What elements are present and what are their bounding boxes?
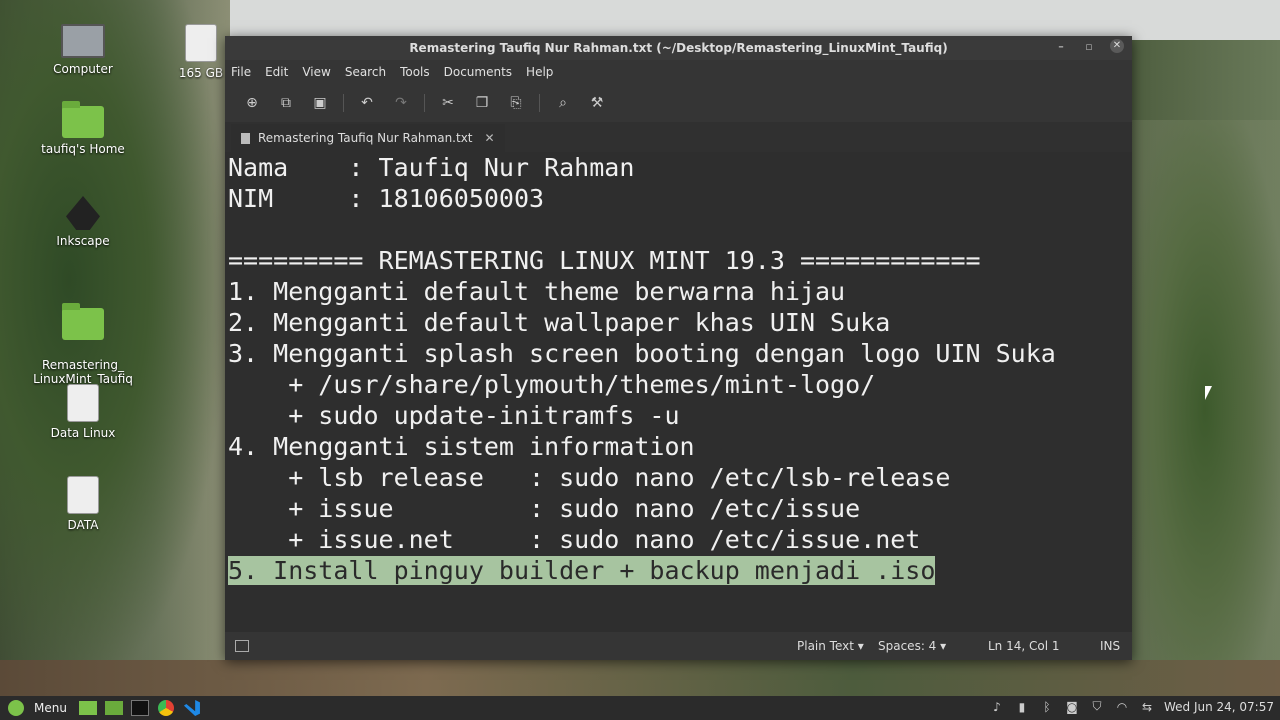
toolbar: ⊕ ⧉ ▣ ↶ ↷ ✂ ❐ ⎘ ⌕ ⚒ xyxy=(225,84,1132,122)
vscode-icon[interactable] xyxy=(181,698,203,718)
minimize-button[interactable]: – xyxy=(1054,40,1068,53)
desktop-icon-data-linux[interactable]: Data Linux xyxy=(33,384,133,440)
menu-edit[interactable]: Edit xyxy=(265,65,298,79)
toolbar-separator xyxy=(343,94,344,112)
desktop-icon-data[interactable]: DATA xyxy=(33,476,133,532)
editor-line: + issue : sudo nano /etc/issue xyxy=(228,494,861,523)
desktop-icon-label: Inkscape xyxy=(56,234,110,248)
editor-line: + lsb release : sudo nano /etc/lsb-relea… xyxy=(228,463,951,492)
tab-bar: Remastering Taufiq Nur Rahman.txt ✕ xyxy=(225,122,1132,153)
chevron-down-icon: ▾ xyxy=(940,639,947,653)
new-document-icon[interactable]: ⊕ xyxy=(235,95,269,111)
desktop-icon-label: 165 GB xyxy=(178,66,224,80)
editor-line: 3. Mengganti splash screen booting denga… xyxy=(228,339,1056,368)
editor-line: + sudo update-initramfs -u xyxy=(228,401,680,430)
desktop-icon-label: Data Linux xyxy=(50,426,116,440)
save-icon[interactable]: ▣ xyxy=(303,95,337,111)
start-menu-button[interactable]: Menu xyxy=(0,700,75,716)
editor-line: + issue.net : sudo nano /etc/issue.net xyxy=(228,525,921,554)
paste-icon[interactable]: ⎘ xyxy=(499,95,533,111)
menu-search[interactable]: Search xyxy=(345,65,396,79)
desktop-icon-label: Remastering_ LinuxMint_Taufiq xyxy=(33,358,133,386)
network-icon[interactable]: ⇆ xyxy=(1139,700,1155,714)
drive-icon xyxy=(67,384,99,422)
folder-icon xyxy=(62,101,104,138)
text-editor-area[interactable]: Nama : Taufiq Nur Rahman NIM : 181060500… xyxy=(225,152,1132,632)
computer-icon xyxy=(61,24,105,58)
mouse-pointer-icon xyxy=(1205,386,1212,400)
status-bar: Plain Text ▾ Spaces: 4 ▾ Ln 14, Col 1 IN… xyxy=(225,632,1132,660)
editor-line-selected: 5. Install pinguy builder + backup menja… xyxy=(228,556,936,585)
tab-close-icon[interactable]: ✕ xyxy=(485,131,495,145)
search-icon[interactable]: ⌕ xyxy=(546,95,580,111)
volume-icon[interactable]: ♪ xyxy=(989,700,1005,714)
desktop-icon-computer[interactable]: Computer xyxy=(33,24,133,76)
menubar: File Edit View Search Tools Documents He… xyxy=(225,60,1132,84)
wallpaper-ground xyxy=(0,660,1280,696)
copy-icon[interactable]: ❐ xyxy=(465,95,499,111)
editor-line: 1. Mengganti default theme berwarna hija… xyxy=(228,277,846,306)
cursor-position: Ln 14, Col 1 xyxy=(988,639,1060,653)
drive-icon xyxy=(67,476,99,514)
chrome-icon[interactable] xyxy=(155,698,177,718)
toolbar-separator xyxy=(539,94,540,112)
editor-line: 4. Mengganti sistem information xyxy=(228,432,695,461)
drive-icon xyxy=(185,24,217,62)
bluetooth-icon[interactable]: ᛒ xyxy=(1039,700,1055,714)
close-button[interactable]: ✕ xyxy=(1110,39,1124,53)
chevron-down-icon: ▾ xyxy=(857,639,864,653)
desktop-icon-label: DATA xyxy=(67,518,99,532)
undo-icon[interactable]: ↶ xyxy=(350,95,384,111)
tools-icon[interactable]: ⚒ xyxy=(580,95,614,111)
toolbar-separator xyxy=(424,94,425,112)
folder-icon xyxy=(62,303,104,340)
menu-documents[interactable]: Documents xyxy=(444,65,522,79)
desktop-icon-inkscape[interactable]: Inkscape xyxy=(33,196,133,248)
clock[interactable]: Wed Jun 24, 07:57 xyxy=(1164,700,1274,714)
menu-help[interactable]: Help xyxy=(526,65,563,79)
desktop-icon-drive-165gb[interactable]: 165 GB xyxy=(176,24,226,80)
desktop-icon-label: taufiq's Home xyxy=(41,142,125,156)
tab-label: Remastering Taufiq Nur Rahman.txt xyxy=(258,131,473,145)
document-icon xyxy=(241,132,250,144)
wallpaper-sky xyxy=(230,0,1280,40)
window-title: Remastering Taufiq Nur Rahman.txt (~/Des… xyxy=(409,41,948,55)
wallpaper-tree-right xyxy=(1130,120,1280,700)
mint-logo-icon xyxy=(8,700,24,716)
editor-line: ========= REMASTERING LINUX MINT 19.3 ==… xyxy=(228,246,981,275)
desktop-icon-home[interactable]: taufiq's Home xyxy=(33,101,133,156)
show-desktop-icon[interactable] xyxy=(77,698,99,718)
language-selector[interactable]: Plain Text ▾ xyxy=(797,639,864,653)
menu-view[interactable]: View xyxy=(302,65,340,79)
open-document-icon[interactable]: ⧉ xyxy=(269,95,303,111)
window-titlebar[interactable]: Remastering Taufiq Nur Rahman.txt (~/Des… xyxy=(225,36,1132,60)
text-editor-window: Remastering Taufiq Nur Rahman.txt (~/Des… xyxy=(225,36,1132,660)
menu-tools[interactable]: Tools xyxy=(400,65,440,79)
sidebar-toggle-icon[interactable] xyxy=(235,640,249,652)
shield-icon[interactable]: ⛉ xyxy=(1089,699,1105,714)
files-icon[interactable] xyxy=(103,698,125,718)
redo-icon[interactable]: ↷ xyxy=(384,95,418,111)
cut-icon[interactable]: ✂ xyxy=(431,95,465,111)
editor-line: Nama : Taufiq Nur Rahman xyxy=(228,153,635,182)
menu-file[interactable]: File xyxy=(231,65,261,79)
editor-line: + /usr/share/plymouth/themes/mint-logo/ xyxy=(228,370,876,399)
desktop-icon-label: Computer xyxy=(53,62,113,76)
wifi-icon[interactable]: ◠ xyxy=(1114,700,1130,714)
insert-mode: INS xyxy=(1100,639,1121,653)
terminal-icon[interactable] xyxy=(129,698,151,718)
spaces-selector[interactable]: Spaces: 4 ▾ xyxy=(878,639,946,653)
taskbar: Menu ♪ ▮ ᛒ ◙ ⛉ ◠ ⇆ Wed Jun 24, 07:57 xyxy=(0,696,1280,720)
removable-drive-icon[interactable]: ▮ xyxy=(1014,700,1030,714)
editor-line: 2. Mengganti default wallpaper khas UIN … xyxy=(228,308,891,337)
maximize-button[interactable]: ▫ xyxy=(1082,40,1096,53)
editor-line: NIM : 18106050003 xyxy=(228,184,545,213)
camera-icon[interactable]: ◙ xyxy=(1064,700,1080,714)
inkscape-icon xyxy=(66,196,100,230)
tab-document[interactable]: Remastering Taufiq Nur Rahman.txt ✕ xyxy=(231,124,505,152)
system-tray: ♪ ▮ ᛒ ◙ ⛉ ◠ ⇆ Wed Jun 24, 07:57 xyxy=(989,699,1274,714)
